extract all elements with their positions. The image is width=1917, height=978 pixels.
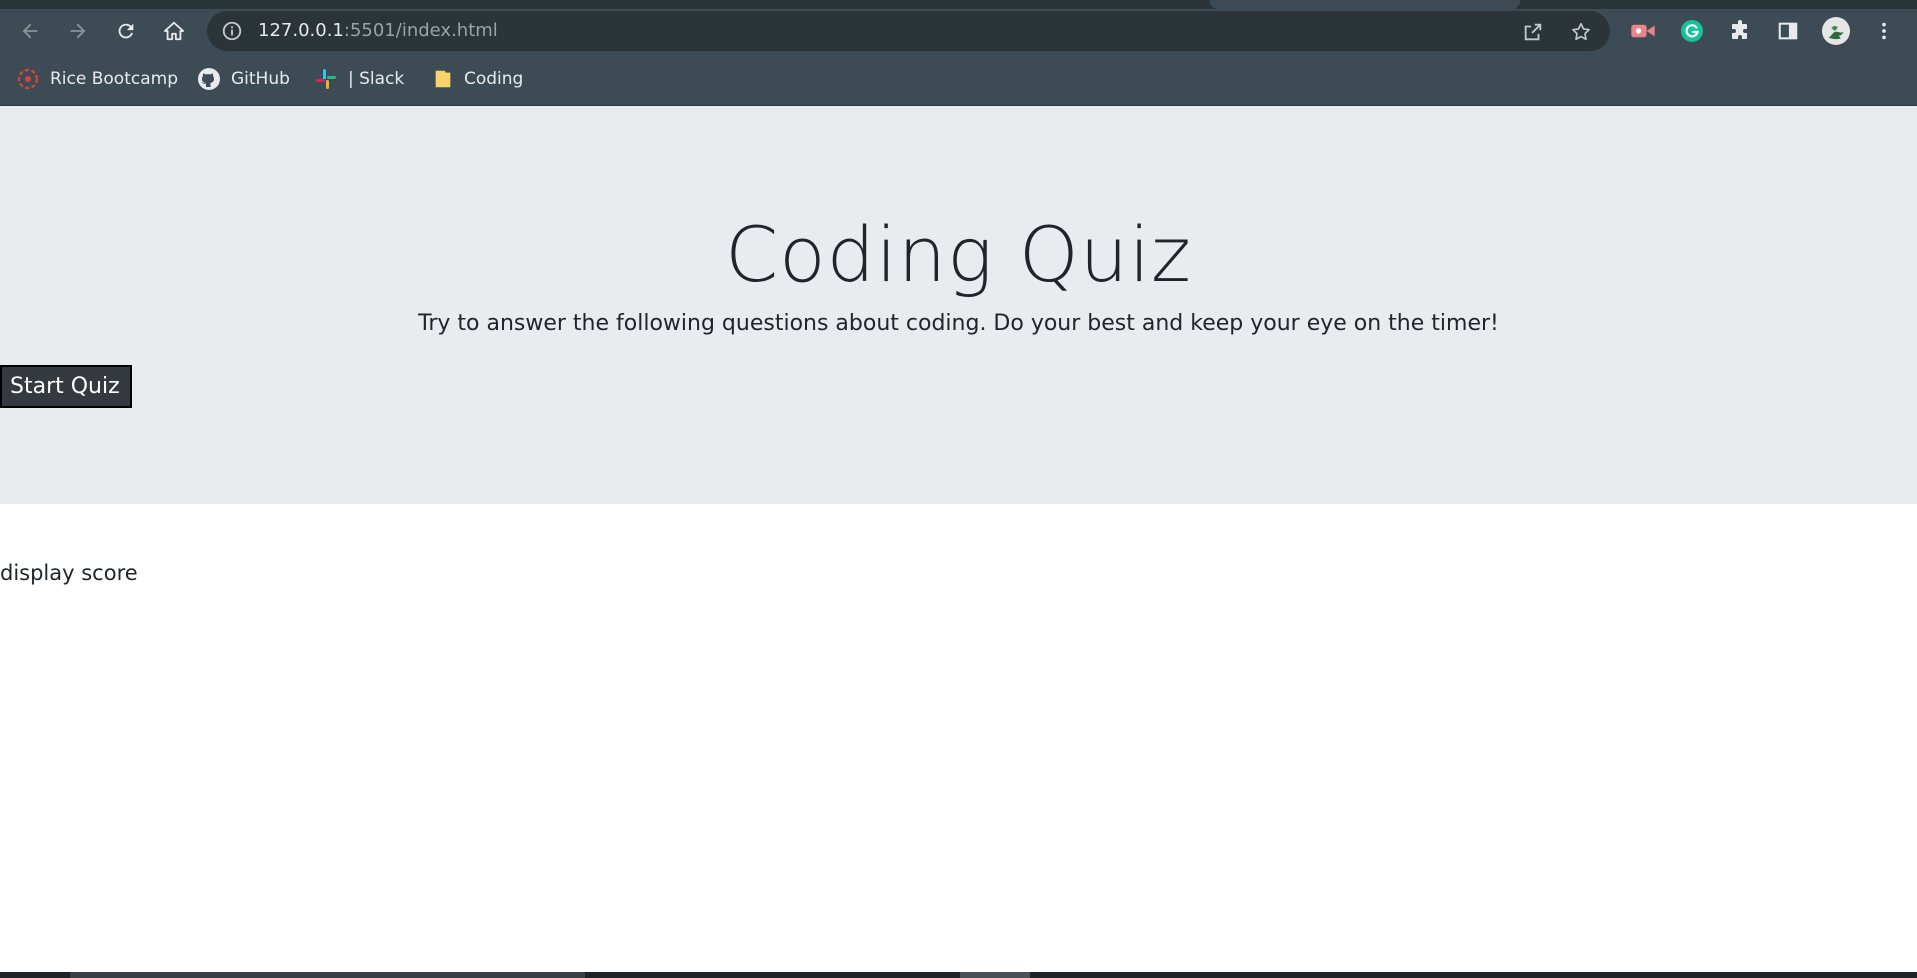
bookmark-label: Rice Bootcamp [50, 69, 178, 89]
taskbar-item[interactable] [70, 972, 585, 978]
menu-kebab-icon [1882, 22, 1886, 40]
bookmark-rice-bootcamp[interactable]: Rice Bootcamp [16, 64, 178, 94]
browser-toolbar: 127.0.0.1:5501/index.html [0, 9, 1917, 52]
forward-button[interactable] [63, 16, 93, 46]
bookmark-label: GitHub [231, 69, 290, 89]
share-icon [1524, 23, 1542, 41]
star-icon [1572, 22, 1590, 41]
address-bar[interactable]: 127.0.0.1:5501/index.html [207, 11, 1610, 51]
puzzle-extensions-icon [1732, 20, 1747, 39]
active-tab[interactable] [1210, 0, 1520, 9]
side-panel-icon [1778, 22, 1798, 40]
page-title: Coding Quiz [725, 210, 1192, 299]
slack-icon [316, 69, 336, 89]
taskbar-edge [0, 972, 1917, 978]
rice-bootcamp-icon [17, 68, 39, 90]
profile-avatar [1822, 17, 1850, 45]
bookmark-label: Coding [464, 69, 524, 89]
bookmark-folder-coding[interactable]: Coding [432, 64, 523, 94]
side-panel-button[interactable] [1774, 17, 1802, 45]
start-quiz-button[interactable]: Start Quiz [0, 365, 132, 408]
reload-button[interactable] [111, 16, 141, 46]
grammarly-icon [1681, 20, 1703, 42]
hero-section [0, 106, 1917, 504]
github-icon [198, 68, 220, 90]
video-extension-button[interactable] [1629, 17, 1657, 45]
home-button[interactable] [159, 16, 189, 46]
bookmark-github[interactable]: GitHub [197, 64, 290, 94]
home-icon [163, 21, 185, 41]
page-subtitle: Try to answer the following questions ab… [418, 311, 1499, 336]
bookmark-label: | Slack [348, 69, 405, 89]
reload-icon [118, 23, 134, 39]
video-extension-icon [1631, 24, 1655, 38]
site-info-icon[interactable] [221, 20, 243, 42]
back-button[interactable] [15, 16, 45, 46]
forward-arrow-icon [70, 23, 86, 39]
back-arrow-icon [22, 23, 38, 39]
bookmark-star-button[interactable] [1569, 20, 1593, 44]
bookmark-slack[interactable]: | Slack [314, 64, 404, 94]
share-button[interactable] [1521, 20, 1545, 44]
bookmarks-bar: Rice Bootcamp GitHub | Slack Coding [0, 52, 1917, 106]
browser-menu-button[interactable] [1870, 17, 1898, 45]
score-display: display score [0, 561, 138, 585]
tab-strip [0, 0, 1917, 9]
url-text[interactable]: 127.0.0.1:5501/index.html [258, 21, 498, 41]
folder-icon [435, 70, 451, 88]
url-host: 127.0.0.1 [258, 20, 344, 41]
extensions-button[interactable] [1726, 17, 1754, 45]
taskbar-item[interactable] [960, 972, 1030, 978]
profile-button[interactable] [1822, 17, 1850, 45]
grammarly-button[interactable] [1678, 17, 1706, 45]
url-path: :5501/index.html [343, 20, 498, 41]
